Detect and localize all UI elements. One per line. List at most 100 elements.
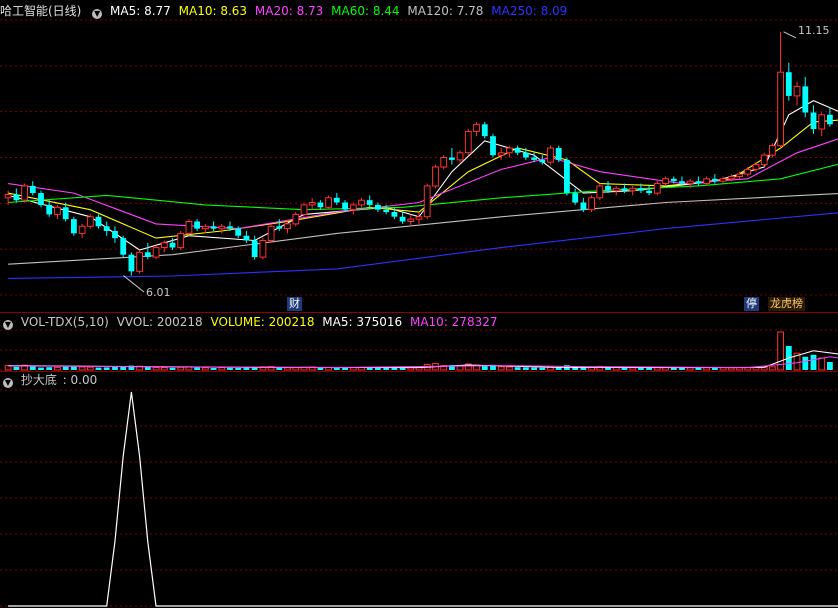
volume-bar[interactable]	[194, 367, 200, 370]
candle[interactable]	[325, 195, 333, 210]
volume-bar[interactable]	[177, 366, 185, 371]
candle[interactable]	[555, 145, 562, 163]
volume-bar[interactable]	[802, 356, 809, 370]
candle[interactable]	[719, 176, 727, 184]
candle[interactable]	[662, 176, 670, 186]
volume-bar[interactable]	[679, 367, 685, 370]
candle[interactable]	[308, 197, 316, 210]
volume-bar[interactable]	[366, 367, 373, 370]
candle[interactable]	[46, 200, 53, 217]
volume-bar[interactable]	[646, 367, 652, 370]
volume-bar[interactable]	[497, 366, 505, 371]
candle[interactable]	[349, 202, 357, 215]
volume-bars[interactable]	[4, 331, 833, 371]
volume-bar[interactable]	[407, 367, 415, 371]
candle[interactable]	[481, 121, 488, 139]
candle[interactable]	[810, 105, 817, 134]
candle[interactable]	[103, 221, 110, 236]
volume-bar[interactable]	[629, 367, 637, 371]
volume-bar[interactable]	[144, 367, 151, 370]
candle[interactable]	[572, 188, 579, 205]
candle[interactable]	[629, 185, 637, 196]
candle[interactable]	[440, 155, 448, 170]
volume-bar[interactable]	[375, 368, 381, 370]
candle[interactable]	[473, 121, 480, 137]
volume-bar[interactable]	[202, 367, 209, 371]
volume-bar[interactable]	[399, 368, 406, 370]
chevron-down-icon[interactable]: ▼	[3, 320, 13, 330]
volume-bar[interactable]	[38, 367, 44, 370]
volume-bar[interactable]	[686, 367, 694, 371]
volume-bar[interactable]	[531, 367, 537, 370]
candle[interactable]	[120, 235, 127, 258]
chevron-down-icon[interactable]: ▼	[92, 9, 103, 19]
candle[interactable]	[333, 193, 340, 205]
candle[interactable]	[243, 230, 250, 243]
candle[interactable]	[13, 188, 20, 203]
volume-bar[interactable]	[695, 368, 702, 370]
candle[interactable]	[456, 150, 464, 163]
candle[interactable]	[292, 212, 300, 227]
volume-bar[interactable]	[78, 366, 86, 371]
volume-bar[interactable]	[769, 366, 776, 371]
volume-bar[interactable]	[506, 366, 513, 371]
candle[interactable]	[144, 242, 151, 260]
candle[interactable]	[86, 214, 94, 229]
volume-bar[interactable]	[218, 367, 226, 371]
volume-bar[interactable]	[235, 368, 242, 370]
volume-bar[interactable]	[727, 367, 735, 371]
candle[interactable]	[423, 183, 431, 220]
candle[interactable]	[769, 143, 776, 158]
candle[interactable]	[712, 174, 718, 184]
candle[interactable]	[612, 185, 620, 196]
candle[interactable]	[827, 107, 833, 127]
candle[interactable]	[760, 152, 768, 167]
volume-bar[interactable]	[13, 366, 20, 370]
candle[interactable]	[267, 223, 275, 243]
candle[interactable]	[449, 148, 455, 165]
candle[interactable]	[152, 245, 160, 260]
candle[interactable]	[818, 112, 826, 137]
candle[interactable]	[177, 230, 185, 250]
volume-bar[interactable]	[86, 366, 94, 371]
volume-bar[interactable]	[54, 366, 61, 371]
volume-bar[interactable]	[719, 367, 727, 371]
volume-bar[interactable]	[827, 362, 833, 370]
candle[interactable]	[596, 183, 604, 201]
candle[interactable]	[95, 214, 102, 229]
candle[interactable]	[29, 181, 36, 196]
candlestick-series[interactable]	[4, 31, 833, 276]
candle[interactable]	[112, 226, 118, 243]
volume-bar[interactable]	[95, 367, 102, 370]
volume-bar[interactable]	[736, 367, 743, 371]
volume-bar[interactable]	[112, 366, 118, 370]
volume-bar[interactable]	[62, 366, 69, 370]
dragon-tiger-list-badge[interactable]: 龙虎榜	[768, 297, 805, 311]
candle[interactable]	[744, 166, 752, 177]
candle[interactable]	[653, 181, 661, 196]
candle[interactable]	[588, 195, 596, 213]
candle[interactable]	[490, 133, 496, 158]
candle[interactable]	[407, 214, 415, 227]
volume-bar[interactable]	[243, 367, 250, 370]
candle[interactable]	[202, 223, 209, 234]
candle[interactable]	[317, 200, 324, 210]
candle[interactable]	[514, 145, 521, 156]
volume-bar[interactable]	[523, 367, 529, 370]
candle[interactable]	[71, 216, 77, 236]
candle[interactable]	[802, 76, 809, 118]
candle[interactable]	[564, 157, 570, 196]
financial-report-badge[interactable]: 财	[287, 297, 302, 311]
volume-bar[interactable]	[539, 367, 546, 370]
candle[interactable]	[785, 62, 792, 101]
candle[interactable]	[185, 219, 193, 236]
candle[interactable]	[136, 249, 143, 274]
candle[interactable]	[78, 223, 86, 239]
candle[interactable]	[464, 129, 472, 156]
volume-bar[interactable]	[152, 366, 160, 371]
volume-bar[interactable]	[160, 367, 168, 371]
volume-bar[interactable]	[292, 367, 300, 371]
volume-bar[interactable]	[210, 368, 217, 370]
candle[interactable]	[194, 219, 200, 231]
limit-up-badge[interactable]: 停	[744, 297, 759, 311]
